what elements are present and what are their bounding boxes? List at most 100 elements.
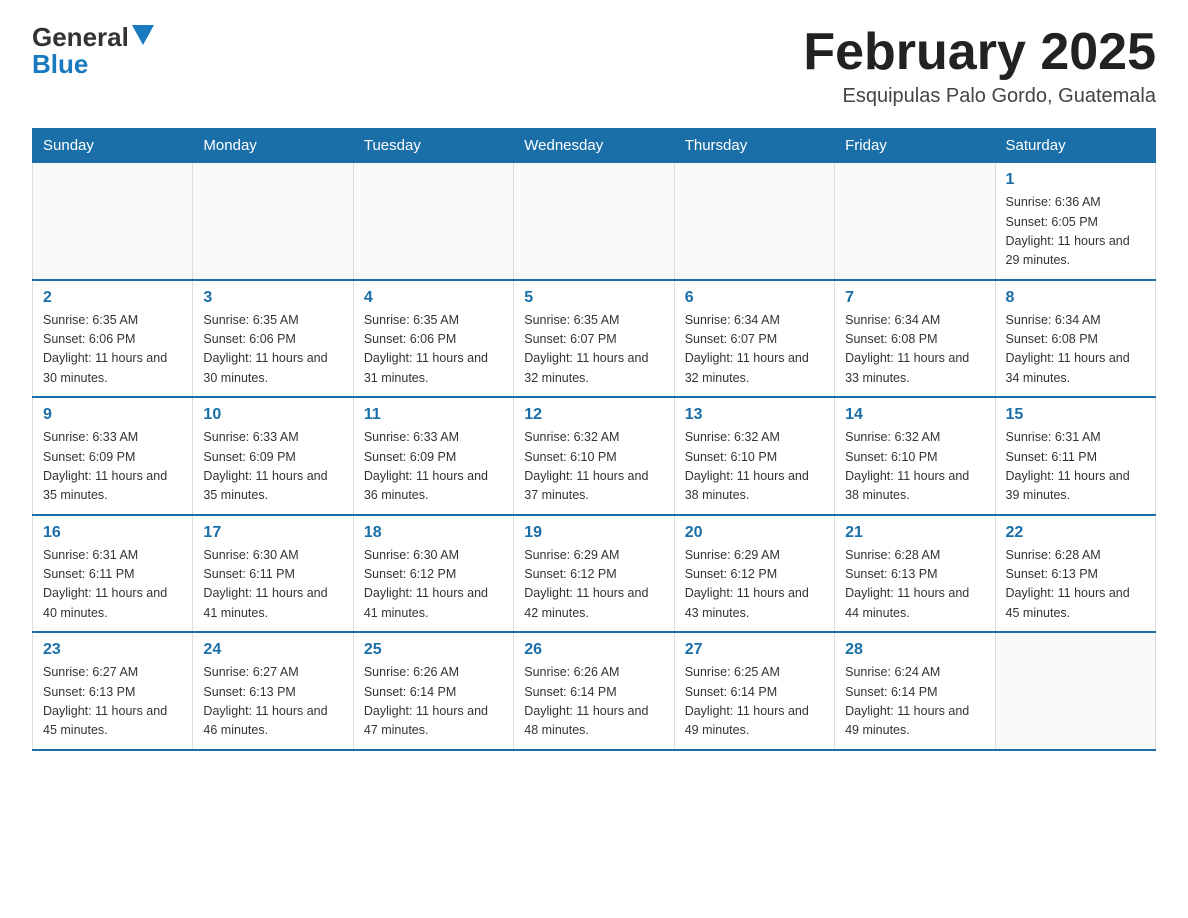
day-info: Sunrise: 6:35 AMSunset: 6:06 PMDaylight:…	[364, 311, 503, 389]
calendar-cell: 13 Sunrise: 6:32 AMSunset: 6:10 PMDayligh…	[674, 397, 834, 515]
title-section: February 2025 Esquipulas Palo Gordo, Gua…	[803, 24, 1156, 108]
day-number: 1	[1006, 171, 1145, 189]
day-info: Sunrise: 6:35 AMSunset: 6:07 PMDaylight:…	[524, 311, 663, 389]
calendar-cell: 18Sunrise: 6:30 AMSunset: 6:12 PMDayligh…	[353, 515, 513, 633]
calendar-cell	[353, 163, 513, 280]
day-info: Sunrise: 6:26 AMSunset: 6:14 PMDaylight:…	[524, 663, 663, 741]
calendar-cell: 2 Sunrise: 6:35 AMSunset: 6:06 PMDaylight…	[33, 280, 193, 398]
week-row-3: 9 Sunrise: 6:33 AMSunset: 6:09 PMDaylight…	[33, 397, 1156, 515]
day-number: 23	[43, 641, 182, 659]
calendar-cell: 20 Sunrise: 6:29 AMSunset: 6:12 PMDayligh…	[674, 515, 834, 633]
col-friday: Friday	[835, 129, 995, 163]
col-saturday: Saturday	[995, 129, 1155, 163]
day-info: Sunrise: 6:34 AMSunset: 6:08 PMDaylight:…	[845, 311, 984, 389]
day-number: 15	[1006, 406, 1145, 424]
calendar-cell	[674, 163, 834, 280]
day-info: Sunrise: 6:31 AMSunset: 6:11 PMDaylight:…	[1006, 428, 1145, 506]
day-info: Sunrise: 6:31 AMSunset: 6:11 PMDaylight:…	[43, 546, 182, 624]
calendar-cell: 8 Sunrise: 6:34 AMSunset: 6:08 PMDaylight…	[995, 280, 1155, 398]
calendar-cell: 9 Sunrise: 6:33 AMSunset: 6:09 PMDaylight…	[33, 397, 193, 515]
day-info: Sunrise: 6:29 AMSunset: 6:12 PMDaylight:…	[685, 546, 824, 624]
day-info: Sunrise: 6:33 AMSunset: 6:09 PMDaylight:…	[364, 428, 503, 506]
day-info: Sunrise: 6:29 AMSunset: 6:12 PMDaylight:…	[524, 546, 663, 624]
week-row-1: 1 Sunrise: 6:36 AMSunset: 6:05 PMDaylight…	[33, 163, 1156, 280]
day-number: 22	[1006, 524, 1145, 542]
week-row-2: 2 Sunrise: 6:35 AMSunset: 6:06 PMDaylight…	[33, 280, 1156, 398]
day-info: Sunrise: 6:33 AMSunset: 6:09 PMDaylight:…	[203, 428, 342, 506]
calendar-cell: 15 Sunrise: 6:31 AMSunset: 6:11 PMDayligh…	[995, 397, 1155, 515]
calendar-cell: 12Sunrise: 6:32 AMSunset: 6:10 PMDayligh…	[514, 397, 674, 515]
calendar-table: Sunday Monday Tuesday Wednesday Thursday…	[32, 128, 1156, 751]
day-info: Sunrise: 6:33 AMSunset: 6:09 PMDaylight:…	[43, 428, 182, 506]
day-number: 11	[364, 406, 503, 424]
calendar-cell: 22Sunrise: 6:28 AMSunset: 6:13 PMDayligh…	[995, 515, 1155, 633]
calendar-cell: 25 Sunrise: 6:26 AMSunset: 6:14 PMDayligh…	[353, 632, 513, 750]
day-number: 10	[203, 406, 342, 424]
day-info: Sunrise: 6:34 AMSunset: 6:07 PMDaylight:…	[685, 311, 824, 389]
day-number: 13	[685, 406, 824, 424]
calendar-cell: 17 Sunrise: 6:30 AMSunset: 6:11 PMDayligh…	[193, 515, 353, 633]
page-header: General Blue February 2025 Esquipulas Pa…	[32, 24, 1156, 108]
calendar-cell: 1 Sunrise: 6:36 AMSunset: 6:05 PMDaylight…	[995, 163, 1155, 280]
calendar-cell: 26Sunrise: 6:26 AMSunset: 6:14 PMDayligh…	[514, 632, 674, 750]
day-info: Sunrise: 6:26 AMSunset: 6:14 PMDaylight:…	[364, 663, 503, 741]
day-number: 25	[364, 641, 503, 659]
day-number: 24	[203, 641, 342, 659]
logo: General Blue	[32, 24, 154, 79]
day-number: 21	[845, 524, 984, 542]
calendar-cell: 14Sunrise: 6:32 AMSunset: 6:10 PMDayligh…	[835, 397, 995, 515]
page-title: February 2025	[803, 24, 1156, 81]
col-monday: Monday	[193, 129, 353, 163]
col-sunday: Sunday	[33, 129, 193, 163]
calendar-cell: 3 Sunrise: 6:35 AMSunset: 6:06 PMDaylight…	[193, 280, 353, 398]
day-number: 16	[43, 524, 182, 542]
calendar-cell: 10 Sunrise: 6:33 AMSunset: 6:09 PMDayligh…	[193, 397, 353, 515]
day-info: Sunrise: 6:34 AMSunset: 6:08 PMDaylight:…	[1006, 311, 1145, 389]
day-number: 2	[43, 289, 182, 307]
day-number: 7	[845, 289, 984, 307]
day-info: Sunrise: 6:27 AMSunset: 6:13 PMDaylight:…	[203, 663, 342, 741]
logo-blue: Blue	[32, 49, 88, 79]
col-tuesday: Tuesday	[353, 129, 513, 163]
calendar-cell	[514, 163, 674, 280]
calendar-cell: 16 Sunrise: 6:31 AMSunset: 6:11 PMDayligh…	[33, 515, 193, 633]
calendar-cell	[193, 163, 353, 280]
calendar-cell: 19 Sunrise: 6:29 AMSunset: 6:12 PMDayligh…	[514, 515, 674, 633]
day-number: 20	[685, 524, 824, 542]
day-info: Sunrise: 6:24 AMSunset: 6:14 PMDaylight:…	[845, 663, 984, 741]
day-info: Sunrise: 6:28 AMSunset: 6:13 PMDaylight:…	[845, 546, 984, 624]
col-thursday: Thursday	[674, 129, 834, 163]
day-number: 27	[685, 641, 824, 659]
day-number: 8	[1006, 289, 1145, 307]
calendar-cell	[33, 163, 193, 280]
day-info: Sunrise: 6:32 AMSunset: 6:10 PMDaylight:…	[685, 428, 824, 506]
day-number: 3	[203, 289, 342, 307]
day-info: Sunrise: 6:27 AMSunset: 6:13 PMDaylight:…	[43, 663, 182, 741]
day-number: 28	[845, 641, 984, 659]
calendar-cell: 5 Sunrise: 6:35 AMSunset: 6:07 PMDaylight…	[514, 280, 674, 398]
calendar-cell: 27 Sunrise: 6:25 AMSunset: 6:14 PMDayligh…	[674, 632, 834, 750]
day-info: Sunrise: 6:36 AMSunset: 6:05 PMDaylight:…	[1006, 193, 1145, 271]
calendar-cell: 7 Sunrise: 6:34 AMSunset: 6:08 PMDaylight…	[835, 280, 995, 398]
day-number: 9	[43, 406, 182, 424]
calendar-cell: 21 Sunrise: 6:28 AMSunset: 6:13 PMDayligh…	[835, 515, 995, 633]
calendar-cell	[995, 632, 1155, 750]
calendar-cell: 6 Sunrise: 6:34 AMSunset: 6:07 PMDaylight…	[674, 280, 834, 398]
day-number: 14	[845, 406, 984, 424]
day-number: 5	[524, 289, 663, 307]
day-number: 12	[524, 406, 663, 424]
day-number: 4	[364, 289, 503, 307]
calendar-header-row: Sunday Monday Tuesday Wednesday Thursday…	[33, 129, 1156, 163]
logo-arrow-icon	[132, 25, 154, 45]
day-info: Sunrise: 6:35 AMSunset: 6:06 PMDaylight:…	[43, 311, 182, 389]
day-info: Sunrise: 6:25 AMSunset: 6:14 PMDaylight:…	[685, 663, 824, 741]
week-row-5: 23 Sunrise: 6:27 AMSunset: 6:13 PMDayligh…	[33, 632, 1156, 750]
calendar-cell: 23 Sunrise: 6:27 AMSunset: 6:13 PMDayligh…	[33, 632, 193, 750]
day-number: 17	[203, 524, 342, 542]
day-number: 6	[685, 289, 824, 307]
day-info: Sunrise: 6:35 AMSunset: 6:06 PMDaylight:…	[203, 311, 342, 389]
day-info: Sunrise: 6:30 AMSunset: 6:11 PMDaylight:…	[203, 546, 342, 624]
calendar-cell: 11 Sunrise: 6:33 AMSunset: 6:09 PMDayligh…	[353, 397, 513, 515]
day-number: 19	[524, 524, 663, 542]
day-info: Sunrise: 6:30 AMSunset: 6:12 PMDaylight:…	[364, 546, 503, 624]
